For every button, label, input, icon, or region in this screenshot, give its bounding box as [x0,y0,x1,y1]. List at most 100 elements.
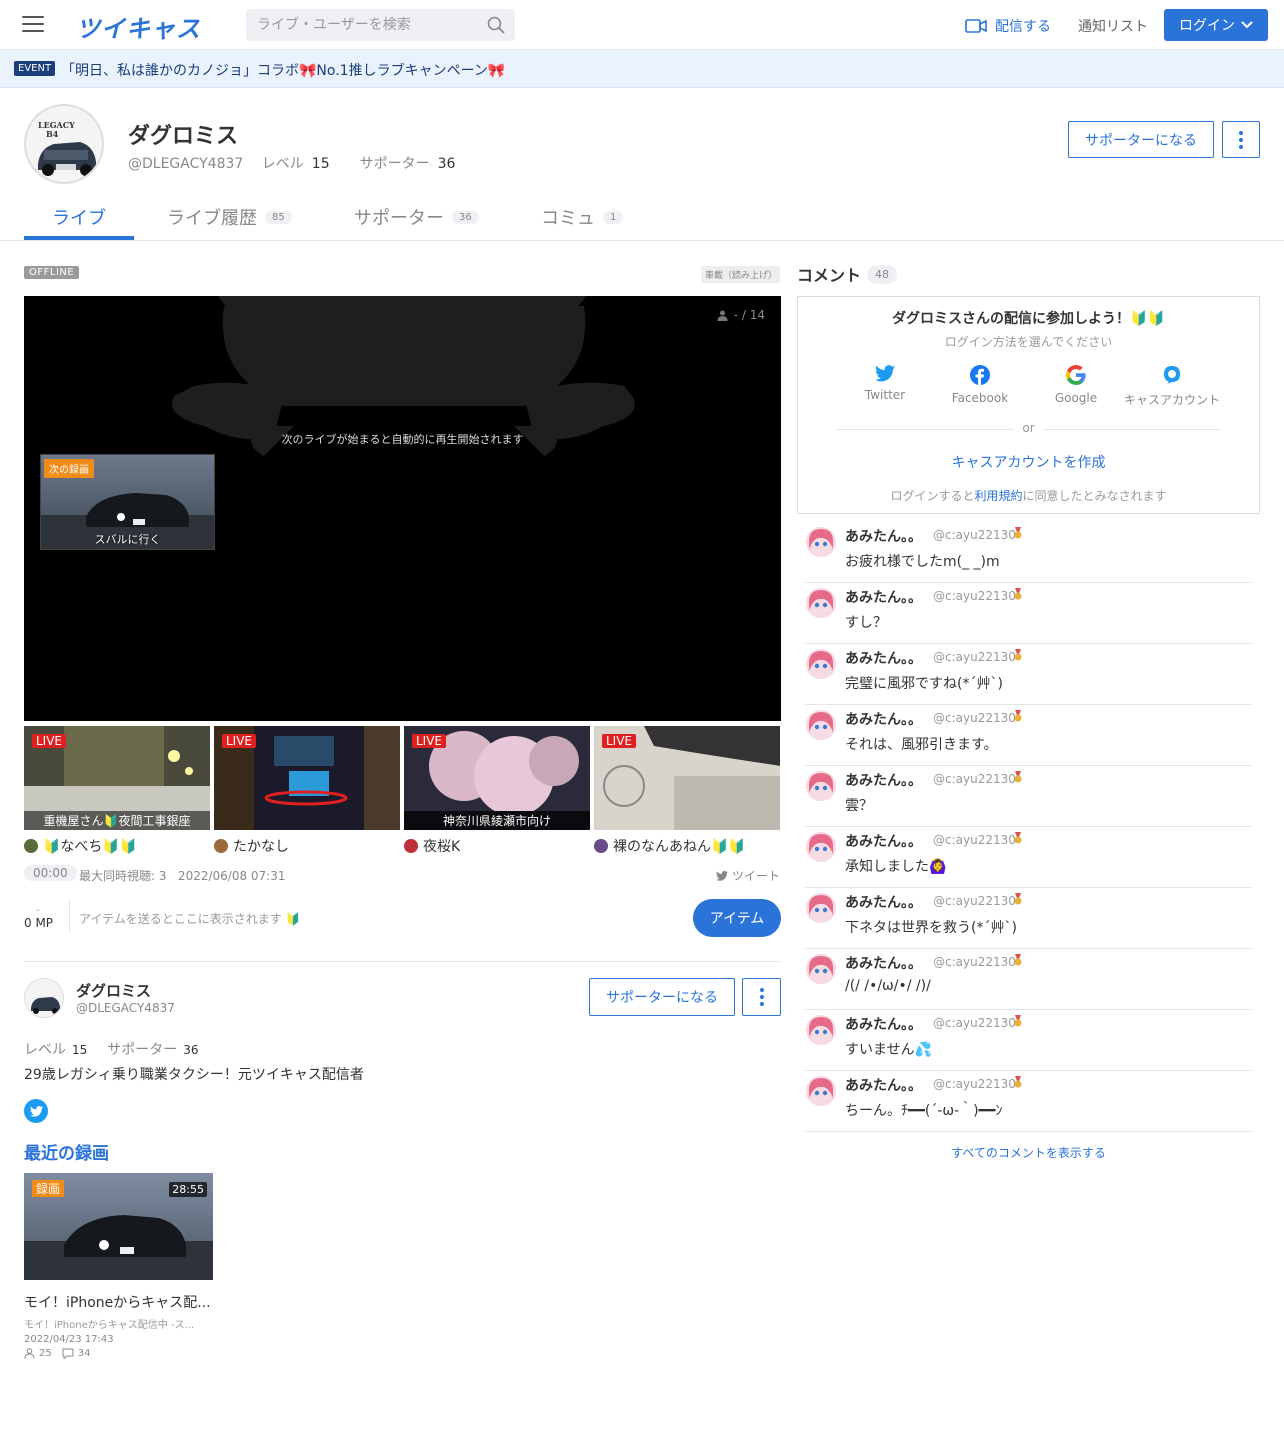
medal-icon [1014,710,1022,722]
avatar[interactable] [806,649,836,679]
person-icon [24,1348,35,1359]
live-thumbnail: LIVE 重機屋さん🔰夜間工事銀座 [24,726,210,830]
facebook-icon [970,365,990,385]
comment-icon [62,1348,74,1359]
login-button[interactable]: ログイン [1164,9,1268,41]
cas-account-login-label: キャスアカウント [1124,393,1221,407]
avatar[interactable] [806,893,836,923]
live-card[interactable]: LIVE 裸のなんあねん🔰🔰 [594,726,780,856]
broadcast-link[interactable]: 配信する [965,16,1051,36]
live-user: 夜桜K [404,836,590,856]
comment-author[interactable]: あみたん。。 [845,709,922,729]
tab-community[interactable]: コミュ 1 [541,204,624,230]
avatar[interactable] [806,832,836,862]
live-badge: LIVE [32,734,67,748]
avatar[interactable] [806,1076,836,1106]
medal-icon [1014,832,1022,844]
recent-recordings-heading[interactable]: 最近の録画 [24,1139,109,1164]
facebook-login[interactable]: Facebook [932,365,1028,405]
login-prompt-box: ダグロミスさんの配信に参加しよう！🔰🔰 ログイン方法を選んでください Twitt… [797,296,1260,514]
live-user: たかなし [214,836,400,856]
more-options-icon[interactable] [1222,121,1260,158]
profile-avatar: LEGACY B4 [24,104,104,184]
video-player[interactable]: - / 14 次のライブが始まると自動的に再生開始されます 次の録画 スバルに行… [24,296,781,721]
profile-stats: レベル 15 サポーター 36 [24,1039,219,1059]
comment-author[interactable]: あみたん。。 [845,831,922,851]
avatar [594,839,608,853]
comment-author[interactable]: あみたん。。 [845,1075,922,1095]
live-user-name: たかなし [233,839,289,855]
show-all-comments-link[interactable]: すべてのコメントを表示する [797,1144,1260,1161]
tab-count: 85 [265,210,292,224]
search-box [246,9,515,41]
comment-author[interactable]: あみたん。。 [845,953,922,973]
profile-name: ダグロミス [76,982,152,1000]
tweet-label: ツイート [732,869,781,883]
tab-live-history[interactable]: ライブ履歴 85 [167,204,292,230]
item-button[interactable]: アイテム [693,899,781,937]
live-card[interactable]: LIVE 神奈川県綾瀬市向け 夜桜K [404,726,590,856]
comment-author[interactable]: あみたん。。 [845,892,922,912]
medal-icon [1014,893,1022,905]
twitter-bird-icon [716,870,728,881]
login-label: ログイン [1179,18,1235,34]
hamburger-menu-icon[interactable] [22,16,44,34]
medal-icon [1014,771,1022,783]
comment-item: あみたん。。 @c:ayu22130 それは、風邪引きます。 [805,705,1252,766]
comment-handle: @c:ayu22130 [933,1077,1016,1091]
next-recording-card[interactable]: 次の録画 スバルに行く [40,454,215,550]
comment-text: すいません💦 [845,1042,933,1058]
avatar[interactable] [806,954,836,984]
comment-author[interactable]: あみたん。。 [845,1014,922,1034]
live-user: 🔰なべち🔰🔰 [24,836,210,856]
more-options-icon[interactable] [742,978,781,1016]
search-icon[interactable] [487,16,505,34]
comment-item: あみたん。。 @c:ayu22130 完璧に風邪ですね(*´艸`) [805,644,1252,705]
avatar[interactable] [806,710,836,740]
level-label: レベル [261,156,304,172]
stream-meta: 最大同時視聴: 3 2022/06/08 07:31 [79,869,286,883]
google-login[interactable]: Google [1028,365,1124,405]
notification-list-link[interactable]: 通知リスト [1078,16,1148,36]
support-button[interactable]: サポーターになる [1068,121,1214,158]
twitter-link-icon[interactable] [24,1099,48,1123]
top-header: ツイキャス 配信する 通知リスト ログイン [0,0,1284,50]
avatar[interactable] [806,527,836,557]
next-recording-title: スバルに行く [94,533,161,546]
live-thumbnail: LIVE [594,726,780,830]
create-account-link[interactable]: キャスアカウントを作成 [798,452,1259,472]
level-value: 15 [311,156,330,172]
live-card[interactable]: LIVE たかなし [214,726,400,856]
live-user-name: 夜桜K [423,839,461,855]
terms-link[interactable]: 利用規約 [974,489,1022,503]
twitcasting-logo[interactable]: ツイキャス [76,9,201,44]
tab-live[interactable]: ライブ [52,204,106,230]
comments-count: 48 [867,264,898,284]
comment-handle: @c:ayu22130 [933,772,1016,786]
twitter-login[interactable]: Twitter [837,365,933,402]
comment-author[interactable]: あみたん。。 [845,526,922,546]
tweet-link[interactable]: ツイート [716,867,780,884]
profile-handle: @DLEGACY4837 [128,156,244,172]
twitter-icon [875,365,895,382]
comment-author[interactable]: あみたん。。 [845,648,922,668]
viewer-count: - / 14 [717,308,765,322]
comment-item: あみたん。。 @c:ayu22130 承知しました🙆‍♀ [805,827,1252,888]
tab-supporters[interactable]: サポーター 36 [354,204,479,230]
avatar[interactable] [806,771,836,801]
search-input[interactable] [246,9,476,41]
support-button[interactable]: サポーターになる [589,978,735,1016]
recording-card[interactable]: 録画 28:55 モイ！iPhoneからキャス配... モイ！iPhoneからキ… [24,1173,213,1359]
live-card[interactable]: LIVE 重機屋さん🔰夜間工事銀座 🔰なべち🔰🔰 [24,726,210,856]
live-badge: LIVE [412,734,447,748]
comment-author[interactable]: あみたん。。 [845,587,922,607]
avatar[interactable] [806,1015,836,1045]
event-link[interactable]: 「明日、私は誰かのカノジョ」コラボ🎀No.1推しラブキャンペーン🎀 [61,60,505,80]
cas-account-login[interactable]: キャスアカウント [1124,365,1220,408]
medal-icon [1014,649,1022,661]
avatar[interactable] [806,588,836,618]
live-user: 裸のなんあねん🔰🔰 [594,836,780,856]
comments-heading: コメント 48 [797,262,898,286]
comment-author[interactable]: あみたん。。 [845,770,922,790]
genre-tag[interactable]: 車載（読み上げ） [701,266,780,283]
